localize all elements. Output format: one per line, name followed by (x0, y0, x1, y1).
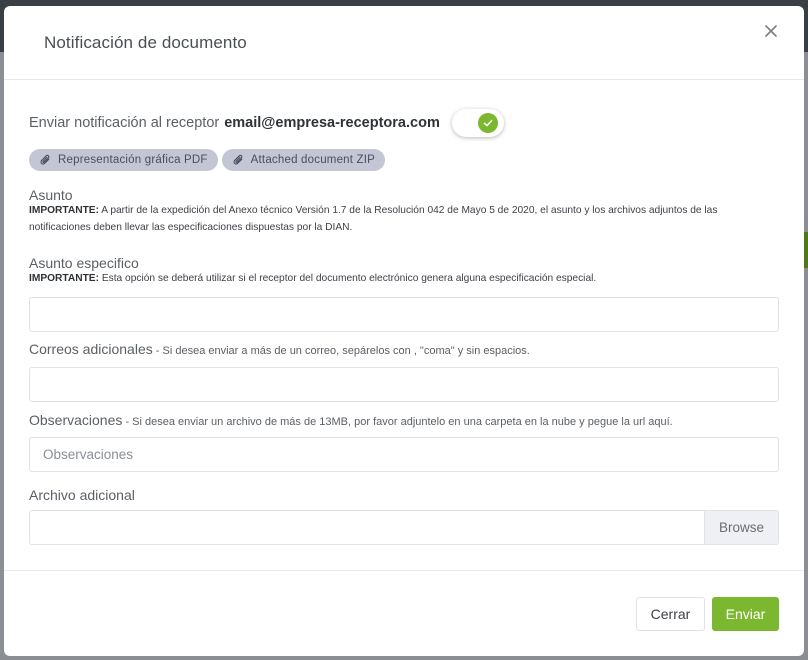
asunto-note: IMPORTANTE: A partir de la expedición de… (29, 203, 774, 236)
chip-pdf[interactable]: Representación gráfica PDF (29, 149, 218, 171)
correos-label: Correos adicionales - Si desea enviar a … (29, 341, 530, 357)
chip-label: Attached document ZIP (250, 154, 376, 166)
asunto-especifico-label: Asunto especifico (29, 255, 139, 271)
notification-modal: Notificación de documento Enviar notific… (4, 6, 804, 656)
modal-footer: Cerrar Enviar (4, 570, 804, 656)
observaciones-label: Observaciones - Si desea enviar un archi… (29, 412, 673, 428)
note-text: Esta opción se deberá utilizar si el rec… (98, 273, 597, 284)
correos-input[interactable] (29, 367, 779, 402)
correos-label-text: Correos adicionales (29, 341, 153, 357)
receiver-email: email@empresa-receptora.com (224, 115, 440, 131)
modal-title: Notificación de documento (44, 33, 247, 52)
paperclip-icon (233, 154, 243, 165)
check-icon (483, 119, 493, 127)
note-text: A partir de la expedición del Anexo técn… (29, 205, 718, 233)
browse-button[interactable]: Browse (704, 511, 778, 544)
send-button[interactable]: Enviar (712, 597, 779, 631)
notify-row: Enviar notificación al receptor email@em… (29, 109, 440, 137)
attachment-chips: Representación gráfica PDF Attached docu… (29, 149, 386, 171)
asunto-label: Asunto (29, 187, 73, 203)
observaciones-label-text: Observaciones (29, 412, 123, 428)
modal-header: Notificación de documento (4, 6, 804, 80)
asunto-especifico-input[interactable] (29, 297, 779, 332)
observaciones-hint: - Si desea enviar un archivo de más de 1… (122, 416, 673, 428)
chip-zip[interactable]: Attached document ZIP (221, 149, 386, 171)
asunto-especifico-note: IMPORTANTE: Esta opción se deberá utiliz… (29, 271, 774, 288)
note-strong: IMPORTANTE: (29, 273, 99, 284)
notify-label: Enviar notificación al receptor (29, 115, 220, 131)
note-strong: IMPORTANTE: (29, 205, 99, 216)
correos-hint: - Si desea enviar a más de un correo, se… (152, 345, 530, 357)
paperclip-icon (40, 154, 50, 165)
notify-toggle[interactable] (452, 109, 504, 137)
close-button[interactable] (762, 20, 780, 42)
chip-label: Representación gráfica PDF (58, 154, 208, 166)
toggle-knob (478, 113, 498, 133)
file-input[interactable]: Browse (29, 510, 779, 545)
archivo-label: Archivo adicional (29, 487, 135, 503)
cancel-button[interactable]: Cerrar (636, 597, 705, 631)
observaciones-input[interactable] (29, 437, 779, 472)
close-icon (765, 25, 777, 37)
